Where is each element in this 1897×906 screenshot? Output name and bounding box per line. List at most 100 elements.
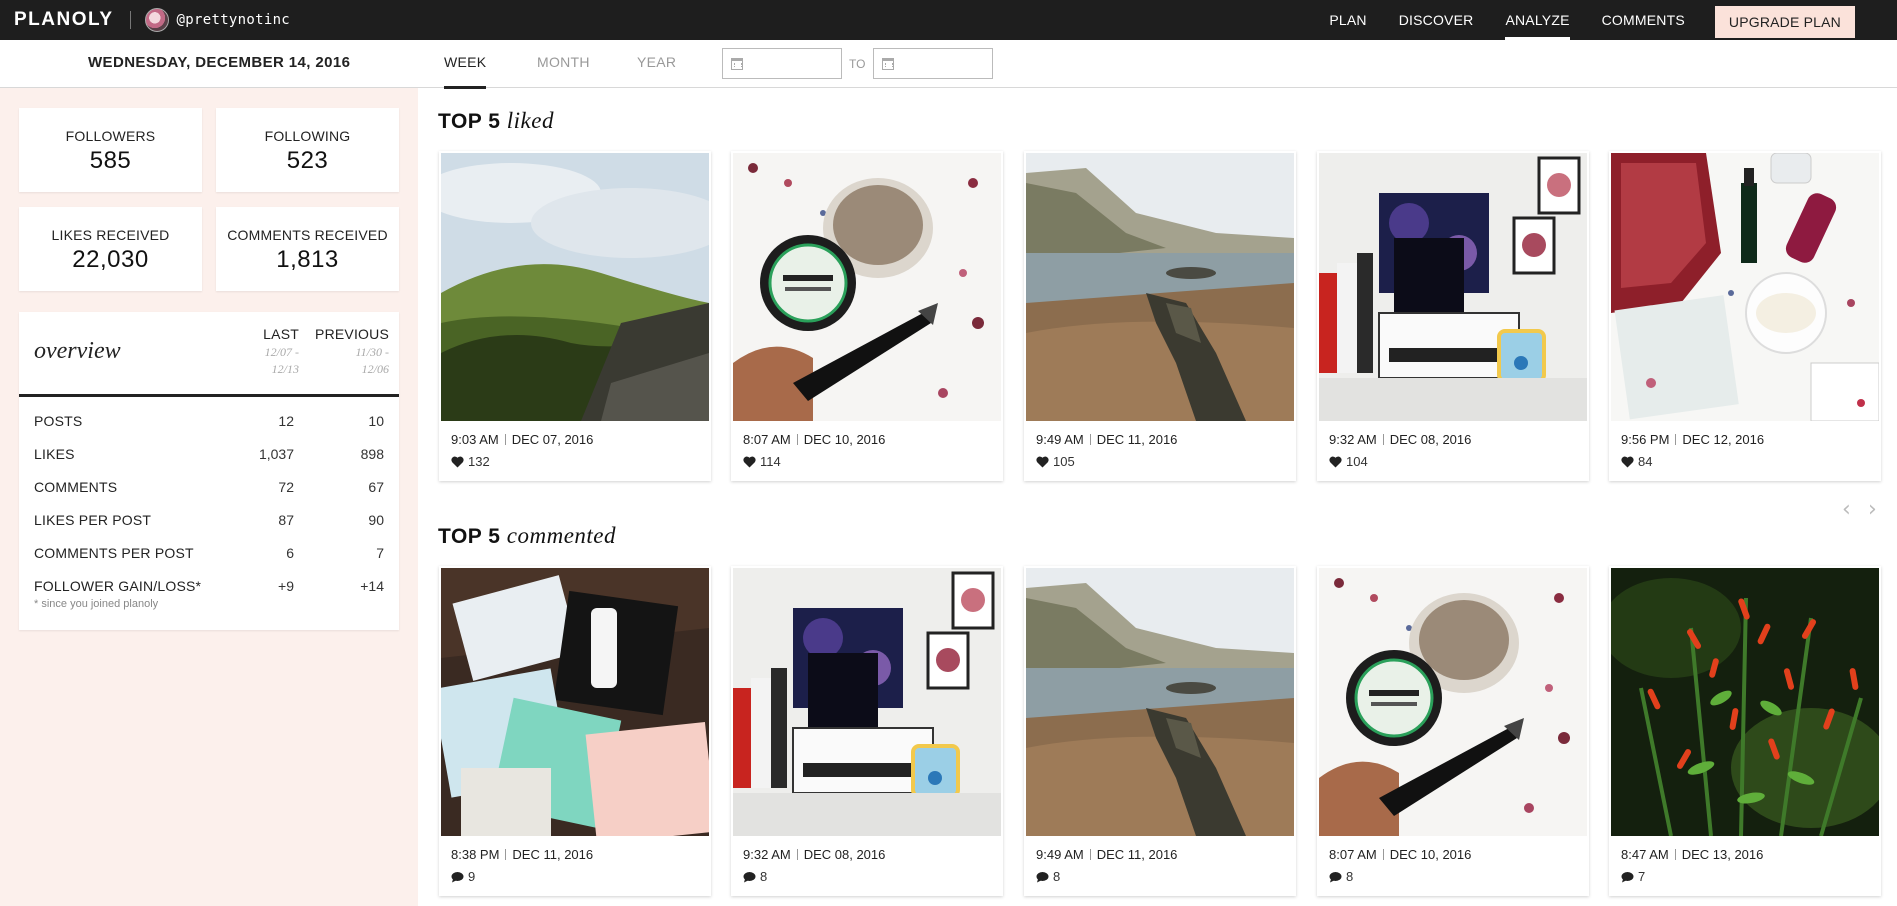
overview-footnote: * since you joined planoly: [34, 598, 159, 610]
overview-title: overview: [34, 338, 121, 364]
post-card[interactable]: 8:07 AM DEC 10, 2016 114: [731, 151, 1003, 481]
previous-column-header: PREVIOUS 11/30 - 12/06: [315, 326, 389, 376]
post-timestamp: 8:38 PM DEC 11, 2016: [451, 847, 594, 862]
stat-label: COMMENTS RECEIVED: [227, 227, 388, 243]
likes-received-card: LIKES RECEIVED 22,030: [19, 207, 202, 291]
post-card[interactable]: 8:47 AM DEC 13, 2016 7: [1609, 566, 1881, 896]
post-timestamp: 9:56 PM DEC 12, 2016: [1621, 432, 1765, 447]
post-photo[interactable]: [1611, 153, 1879, 421]
overview-divider: [19, 394, 399, 397]
overview-row: LIKES 1,037 898: [34, 446, 384, 462]
last-column-header: LAST 12/07 - 12/13: [263, 326, 299, 376]
post-timestamp: 8:07 AM DEC 10, 2016: [743, 432, 886, 447]
comment-count: 9: [451, 869, 475, 884]
post-card[interactable]: 9:49 AM DEC 11, 2016 105: [1024, 151, 1296, 481]
nav-comments[interactable]: COMMENTS: [1586, 0, 1701, 40]
post-timestamp: 9:49 AM DEC 11, 2016: [1036, 847, 1178, 862]
heart-icon: [451, 456, 464, 467]
nav-plan[interactable]: PLAN: [1313, 0, 1382, 40]
avatar[interactable]: [144, 8, 169, 32]
overview-panel: overview LAST 12/07 - 12/13 PREVIOUS 11/…: [19, 312, 399, 630]
overview-row: COMMENTS PER POST 6 7: [34, 545, 384, 561]
following-card: FOLLOWING 523: [216, 108, 399, 192]
calendar-icon: [731, 57, 743, 70]
comment-icon: [743, 871, 756, 882]
heart-icon: [1036, 456, 1049, 467]
chevron-left-icon[interactable]: ‹: [1842, 497, 1851, 522]
like-count: 114: [743, 454, 781, 469]
post-card[interactable]: 9:32 AM DEC 08, 2016 8: [731, 566, 1003, 896]
tab-month[interactable]: MONTH: [537, 54, 590, 70]
tab-week[interactable]: WEEK: [444, 54, 487, 89]
stat-value: 22,030: [72, 246, 149, 273]
like-count: 84: [1621, 454, 1652, 469]
post-timestamp: 9:03 AM DEC 07, 2016: [451, 432, 594, 447]
like-count: 105: [1036, 454, 1075, 469]
overview-row: POSTS 12 10: [34, 413, 384, 429]
post-timestamp: 8:07 AM DEC 10, 2016: [1329, 847, 1472, 862]
post-timestamp: 8:47 AM DEC 13, 2016: [1621, 847, 1764, 862]
heart-icon: [1329, 456, 1342, 467]
overview-row: COMMENTS 72 67: [34, 479, 384, 495]
stats-sidebar: FOLLOWERS 585 FOLLOWING 523 LIKES RECEIV…: [0, 88, 418, 906]
post-photo[interactable]: [1026, 568, 1294, 836]
comment-count: 8: [1329, 869, 1353, 884]
post-card[interactable]: 9:56 PM DEC 12, 2016 84: [1609, 151, 1881, 481]
end-date-input[interactable]: [873, 48, 993, 79]
like-count: 104: [1329, 454, 1368, 469]
post-card[interactable]: 8:07 AM DEC 10, 2016 8: [1317, 566, 1589, 896]
sub-header: WEDNESDAY, DECEMBER 14, 2016 WEEK MONTH …: [0, 40, 1897, 89]
overview-row: LIKES PER POST 87 90: [34, 512, 384, 528]
post-card[interactable]: 9:03 AM DEC 07, 2016 132: [439, 151, 711, 481]
calendar-icon: [882, 57, 894, 70]
post-card[interactable]: 8:38 PM DEC 11, 2016 9: [439, 566, 711, 896]
comment-icon: [1036, 871, 1049, 882]
upgrade-plan-button[interactable]: UPGRADE PLAN: [1714, 6, 1855, 38]
current-date: WEDNESDAY, DECEMBER 14, 2016: [88, 54, 351, 71]
post-photo[interactable]: [1319, 568, 1587, 836]
post-card[interactable]: 9:32 AM DEC 08, 2016 104: [1317, 151, 1589, 481]
stat-value: 585: [89, 147, 132, 174]
post-timestamp: 9:49 AM DEC 11, 2016: [1036, 432, 1178, 447]
stat-label: LIKES RECEIVED: [51, 227, 170, 243]
account-handle[interactable]: @prettynotinc: [177, 12, 290, 28]
main-nav: PLAN DISCOVER ANALYZE COMMENTS: [1313, 0, 1701, 40]
brand-logo[interactable]: PLANOLY: [14, 9, 114, 31]
like-count: 132: [451, 454, 490, 469]
heart-icon: [1621, 456, 1634, 467]
heart-icon: [743, 456, 756, 467]
post-photo[interactable]: [1026, 153, 1294, 421]
to-label: TO: [849, 57, 866, 71]
comment-count: 7: [1621, 869, 1645, 884]
followers-card: FOLLOWERS 585: [19, 108, 202, 192]
top-liked-title: TOP 5 liked: [438, 108, 554, 133]
overview-row: FOLLOWER GAIN/LOSS* +9 +14: [34, 578, 384, 594]
post-photo[interactable]: [1611, 568, 1879, 836]
post-photo[interactable]: [733, 568, 1001, 836]
post-photo[interactable]: [441, 153, 709, 421]
post-photo[interactable]: [441, 568, 709, 836]
stat-label: FOLLOWERS: [65, 128, 156, 144]
post-card[interactable]: 9:49 AM DEC 11, 2016 8: [1024, 566, 1296, 896]
nav-analyze[interactable]: ANALYZE: [1489, 0, 1585, 40]
post-photo[interactable]: [1319, 153, 1587, 421]
chevron-right-icon[interactable]: ›: [1868, 497, 1877, 522]
stat-label: FOLLOWING: [264, 128, 351, 144]
tab-year[interactable]: YEAR: [637, 54, 676, 70]
start-date-input[interactable]: [722, 48, 842, 79]
comment-icon: [451, 871, 464, 882]
comments-received-card: COMMENTS RECEIVED 1,813: [216, 207, 399, 291]
comment-count: 8: [743, 869, 767, 884]
stat-value: 523: [286, 147, 329, 174]
post-timestamp: 9:32 AM DEC 08, 2016: [1329, 432, 1472, 447]
stat-value: 1,813: [276, 246, 339, 273]
top-bar: PLANOLY @prettynotinc PLAN DISCOVER ANAL…: [0, 0, 1897, 40]
comment-count: 8: [1036, 869, 1060, 884]
comment-icon: [1329, 871, 1342, 882]
nav-discover[interactable]: DISCOVER: [1383, 0, 1490, 40]
comment-icon: [1621, 871, 1634, 882]
top-commented-title: TOP 5 commented: [438, 523, 617, 548]
brand-divider: [129, 11, 131, 29]
post-timestamp: 9:32 AM DEC 08, 2016: [743, 847, 886, 862]
post-photo[interactable]: [733, 153, 1001, 421]
